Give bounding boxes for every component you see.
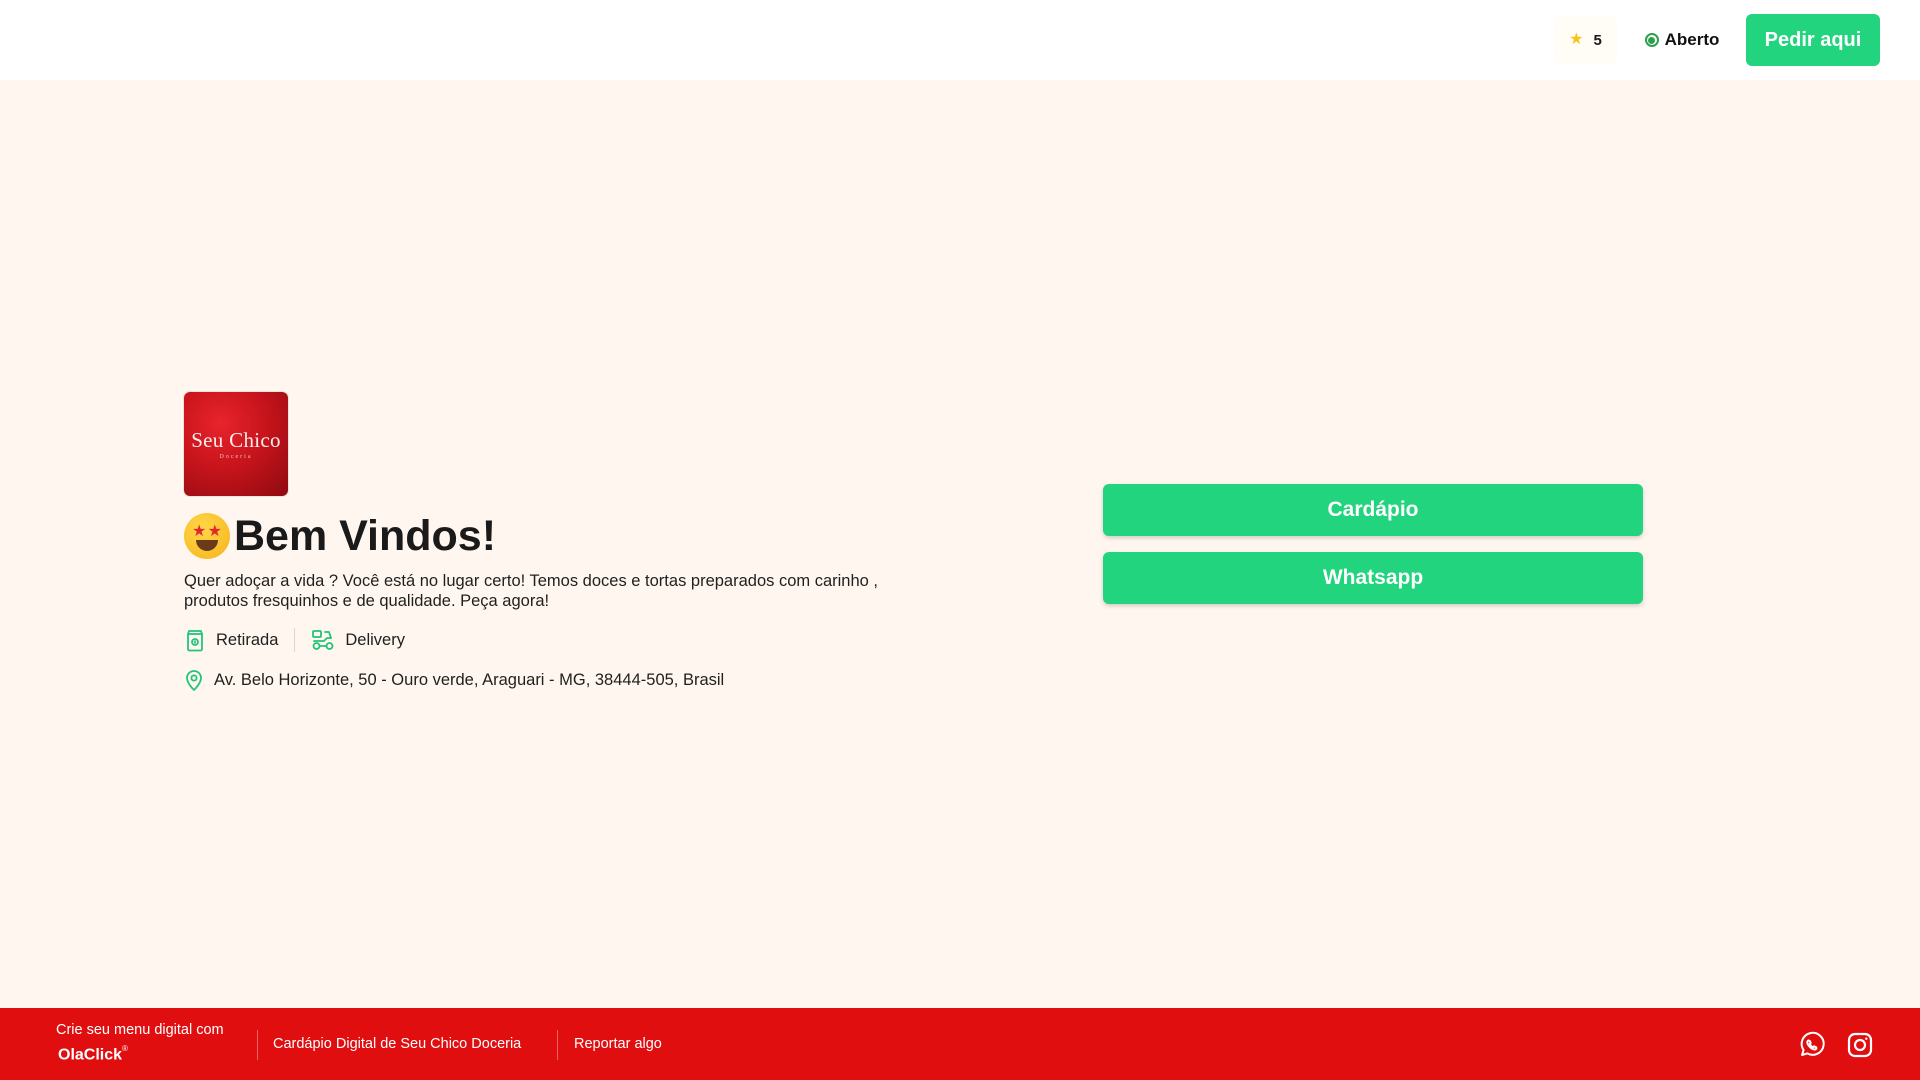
store-logo: Seu Chico Doceria bbox=[184, 392, 288, 496]
star-struck-emoji-icon: ★ ★ bbox=[184, 513, 230, 559]
address-text: Av. Belo Horizonte, 50 - Ouro verde, Ara… bbox=[214, 670, 725, 689]
status-label: Aberto bbox=[1664, 30, 1720, 49]
olaclick-logo-text: OlaClick bbox=[58, 1046, 123, 1064]
olaclick-logo[interactable]: OlaClick® bbox=[58, 1044, 128, 1064]
welcome-title: Bem Vindos! bbox=[234, 511, 497, 560]
whatsapp-button[interactable]: Whatsapp bbox=[1103, 552, 1643, 604]
store-address: Av. Belo Horizonte, 50 - Ouro verde, Ara… bbox=[184, 667, 724, 693]
rating-value: 5 bbox=[1593, 31, 1602, 49]
open-status-icon bbox=[1644, 33, 1659, 47]
digital-menu-link[interactable]: Cardápio Digital de Seu Chico Doceria bbox=[273, 1008, 521, 1080]
pickup-bag-icon bbox=[184, 628, 206, 652]
delivery-scooter-icon bbox=[311, 629, 335, 651]
service-pickup: Retirada bbox=[184, 628, 278, 652]
service-options: Retirada Delivery bbox=[184, 627, 405, 653]
registered-mark: ® bbox=[122, 1044, 128, 1053]
footer-divider bbox=[257, 1030, 258, 1060]
logo-title: Seu Chico bbox=[191, 428, 281, 452]
service-divider bbox=[294, 628, 296, 652]
rating-badge[interactable]: ★ 5 bbox=[1554, 15, 1617, 65]
logo-subtitle: Doceria bbox=[219, 454, 253, 460]
star-icon: ★ bbox=[1569, 31, 1584, 48]
service-delivery-label: Delivery bbox=[345, 630, 405, 649]
footer-cta-text: Crie seu menu digital com bbox=[56, 1022, 224, 1038]
footer: Crie seu menu digital com OlaClick® Card… bbox=[0, 1008, 1920, 1080]
service-delivery: Delivery bbox=[311, 629, 405, 651]
footer-divider bbox=[557, 1030, 558, 1060]
service-pickup-label: Retirada bbox=[216, 630, 279, 649]
store-description: Quer adoçar a vida ? Você está no lugar … bbox=[184, 572, 878, 610]
order-here-button[interactable]: Pedir aqui bbox=[1746, 14, 1880, 66]
instagram-icon[interactable] bbox=[1845, 1030, 1875, 1060]
open-status-badge: Aberto bbox=[1632, 15, 1732, 65]
location-pin-icon bbox=[184, 669, 204, 691]
welcome-heading: ★ ★ Bem Vindos! bbox=[184, 508, 496, 564]
footer-brand[interactable]: Crie seu menu digital com OlaClick® bbox=[56, 1022, 256, 1064]
report-link[interactable]: Reportar algo bbox=[574, 1008, 662, 1080]
whatsapp-icon[interactable] bbox=[1797, 1030, 1827, 1060]
menu-button[interactable]: Cardápio bbox=[1103, 484, 1643, 536]
top-header: ★ 5 Aberto Pedir aqui bbox=[0, 0, 1920, 80]
